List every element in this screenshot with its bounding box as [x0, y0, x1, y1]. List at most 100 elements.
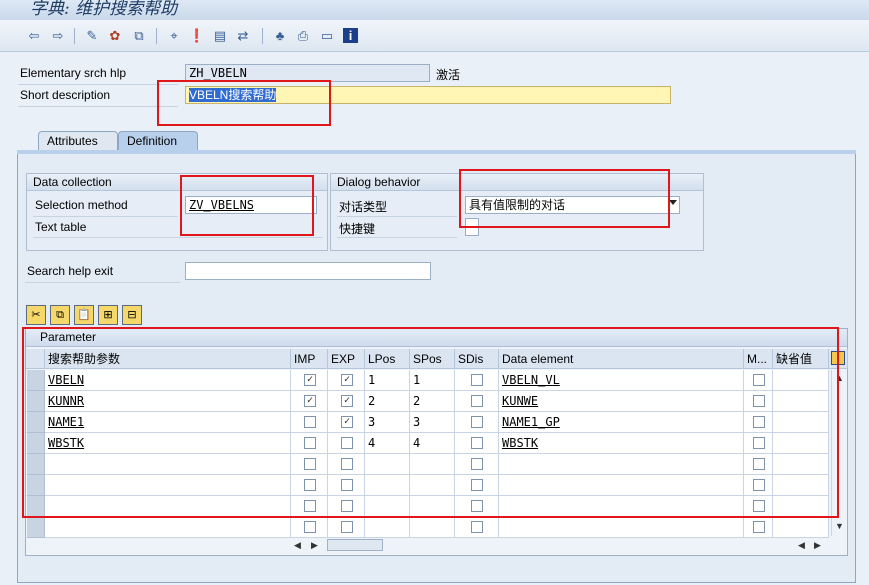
table-cell-spos[interactable]: 3 [410, 412, 455, 433]
table-settings-icon[interactable] [829, 349, 848, 369]
checkbox-exp[interactable] [341, 521, 353, 533]
table-cell-exp[interactable] [328, 475, 365, 496]
table-cell-lpos[interactable] [365, 496, 410, 517]
scroll-right-icon[interactable]: ▶ [814, 539, 821, 551]
checkbox-sdis[interactable] [471, 458, 483, 470]
checkbox-imp[interactable] [304, 500, 316, 512]
table-cell-param[interactable] [45, 454, 291, 475]
checkbox-sdis[interactable] [471, 437, 483, 449]
scroll-left-icon[interactable]: ◀ [294, 539, 301, 551]
table-cell-imp[interactable]: ✓ [291, 391, 328, 412]
table-cell-exp[interactable]: ✓ [328, 370, 365, 391]
table-cell-default[interactable] [773, 433, 829, 454]
checkbox-imp[interactable] [304, 458, 316, 470]
horizontal-scrollbar-left[interactable]: ◀ ▶ [291, 537, 397, 553]
table-cell-data-element[interactable]: VBELN_VL [499, 370, 744, 391]
checkbox-exp[interactable] [341, 437, 353, 449]
horizontal-scrollbar-right[interactable]: ◀ ▶ [792, 537, 832, 553]
table-cell-lpos[interactable] [365, 454, 410, 475]
layout-icon[interactable]: ▭ [319, 28, 335, 44]
chevron-down-icon[interactable] [669, 200, 677, 205]
checkbox-m[interactable] [753, 395, 765, 407]
checkbox-sdis[interactable] [471, 416, 483, 428]
table-cell-default[interactable] [773, 370, 829, 391]
checkbox-m[interactable] [753, 500, 765, 512]
table-cell-lpos[interactable]: 2 [365, 391, 410, 412]
table-cell-param[interactable] [45, 475, 291, 496]
table-cell-data-element[interactable] [499, 496, 744, 517]
table-cell-m[interactable] [744, 370, 773, 391]
table-cell-imp[interactable] [291, 412, 328, 433]
print-icon[interactable]: ⎙ [295, 28, 311, 44]
object-list-icon[interactable]: ▤ [212, 28, 228, 44]
checkbox-m[interactable] [753, 479, 765, 491]
checkbox-imp[interactable] [304, 521, 316, 533]
table-cell-imp[interactable] [291, 517, 328, 538]
checkbox-imp[interactable] [304, 479, 316, 491]
checkbox-m[interactable] [753, 374, 765, 386]
row-select-header[interactable] [26, 349, 45, 369]
short-description-input[interactable]: VBELN搜索帮助 [185, 86, 671, 104]
info-icon[interactable]: i [343, 28, 358, 43]
table-cell-lpos[interactable] [365, 517, 410, 538]
copy-icon[interactable]: ⧉ [50, 305, 70, 325]
checkbox-exp[interactable]: ✓ [341, 395, 353, 407]
row-selector[interactable] [27, 433, 45, 454]
back-icon[interactable]: ⇦ [26, 28, 42, 44]
paste-icon[interactable]: 📋 [74, 305, 94, 325]
row-selector[interactable] [27, 517, 45, 538]
table-cell-sdis[interactable] [455, 370, 499, 391]
search-help-exit-input[interactable] [185, 262, 431, 280]
table-cell-m[interactable] [744, 496, 773, 517]
checkbox-imp[interactable]: ✓ [304, 395, 316, 407]
table-cell-param[interactable]: KUNNR [45, 391, 291, 412]
scroll-up-icon[interactable]: ▲ [835, 372, 844, 384]
edit-icon[interactable]: ✎ [84, 28, 100, 44]
checkbox-sdis[interactable] [471, 521, 483, 533]
checkbox-m[interactable] [753, 521, 765, 533]
scroll-left-icon[interactable]: ◀ [798, 539, 805, 551]
table-cell-default[interactable] [773, 496, 829, 517]
table-cell-sdis[interactable] [455, 433, 499, 454]
delete-row-icon[interactable]: ⊟ [122, 305, 142, 325]
row-selector[interactable] [27, 412, 45, 433]
col-header-m[interactable]: M... [744, 349, 773, 369]
checkbox-sdis[interactable] [471, 395, 483, 407]
table-cell-data-element[interactable] [499, 475, 744, 496]
activate-icon[interactable]: ✿ [107, 28, 123, 44]
table-cell-exp[interactable] [328, 454, 365, 475]
tab-definition[interactable]: Definition [118, 131, 198, 151]
table-cell-m[interactable] [744, 433, 773, 454]
checkbox-imp[interactable] [304, 437, 316, 449]
table-cell-param[interactable] [45, 517, 291, 538]
forward-icon[interactable]: ⇨ [50, 28, 66, 44]
checkbox-exp[interactable] [341, 458, 353, 470]
col-header-sdis[interactable]: SDis [455, 349, 499, 369]
vertical-scrollbar[interactable]: ▲ ▼ [831, 370, 847, 536]
checkbox-sdis[interactable] [471, 479, 483, 491]
table-cell-imp[interactable] [291, 475, 328, 496]
col-header-imp[interactable]: IMP [291, 349, 328, 369]
table-cell-sdis[interactable] [455, 475, 499, 496]
col-header-data-element[interactable]: Data element [499, 349, 744, 369]
row-selector[interactable] [27, 370, 45, 391]
table-cell-default[interactable] [773, 454, 829, 475]
checkbox-exp[interactable] [341, 479, 353, 491]
checkbox-m[interactable] [753, 416, 765, 428]
table-cell-lpos[interactable]: 4 [365, 433, 410, 454]
row-selector[interactable] [27, 496, 45, 517]
table-cell-spos[interactable] [410, 475, 455, 496]
table-cell-sdis[interactable] [455, 391, 499, 412]
table-cell-param[interactable]: NAME1 [45, 412, 291, 433]
checkbox-imp[interactable] [304, 416, 316, 428]
table-cell-spos[interactable] [410, 454, 455, 475]
checkbox-imp[interactable]: ✓ [304, 374, 316, 386]
table-cell-exp[interactable] [328, 517, 365, 538]
where-used-icon[interactable]: ⌖ [166, 28, 182, 44]
table-cell-sdis[interactable] [455, 496, 499, 517]
table-cell-exp[interactable] [328, 433, 365, 454]
table-cell-imp[interactable] [291, 433, 328, 454]
col-header-lpos[interactable]: LPos [365, 349, 410, 369]
table-cell-exp[interactable]: ✓ [328, 391, 365, 412]
col-header-exp[interactable]: EXP [328, 349, 365, 369]
